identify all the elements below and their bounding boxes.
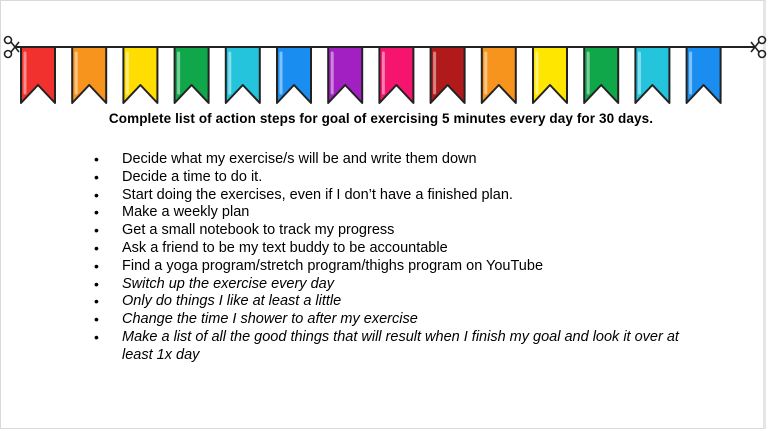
bullet-icon: • [94,311,99,328]
bunting-banner [3,35,767,104]
list-item-text: Find a yoga program/stretch program/thig… [122,257,544,274]
list-item-text: Decide a time to do it. [122,168,263,185]
bullet-icon: • [94,293,99,310]
list-item: • Switch up the exercise every day [91,276,691,294]
bullet-icon: • [94,239,99,256]
list-item-text: Switch up the exercise every day [122,275,334,292]
list-item-text: Change the time I shower to after my exe… [122,311,418,328]
slide-page: Complete list of action steps for goal o… [0,0,767,429]
list-item: • Get a small notebook to track my progre… [91,222,691,240]
bullet-icon: • [94,204,99,221]
list-item-text: Make a list of all the good things that … [122,328,679,363]
bullet-icon: • [94,275,99,292]
bunting-flags [20,46,722,104]
list-item: • Make a list of all the good things that… [91,329,691,365]
bullet-icon: • [94,151,99,167]
list-item: • Make a weekly plan [91,204,691,222]
list-item-text: Get a small notebook to track my progres… [122,222,395,239]
page-title: Complete list of action steps for goal o… [108,111,654,126]
list-item: • Find a yoga program/stretch program/thi… [91,258,691,276]
list-item: • Only do things I like at least a little [91,293,691,311]
bullet-icon: • [94,328,99,345]
list-item: • Change the time I shower to after my ex… [91,311,691,329]
bullet-icon: • [94,168,99,185]
list-item: • Start doing the exercises, even if I do… [91,187,691,205]
list-item-text: Only do things I like at least a little [122,293,342,310]
action-steps-list: • Decide what my exercise/s will be and w… [91,151,691,365]
list-item-text: Decide what my exercise/s will be and wr… [122,151,477,167]
bullet-icon: • [94,186,99,203]
list-item-text: Start doing the exercises, even if I don… [122,186,513,203]
bullet-icon: • [94,257,99,274]
list-item: • Decide a time to do it. [91,169,691,187]
bullet-icon: • [94,222,99,239]
list-item: • Ask a friend to be my text buddy to be … [91,240,691,258]
list-item-text: Ask a friend to be my text buddy to be a… [122,239,448,256]
list-item: • Decide what my exercise/s will be and w… [91,151,691,169]
list-item-text: Make a weekly plan [122,204,250,221]
